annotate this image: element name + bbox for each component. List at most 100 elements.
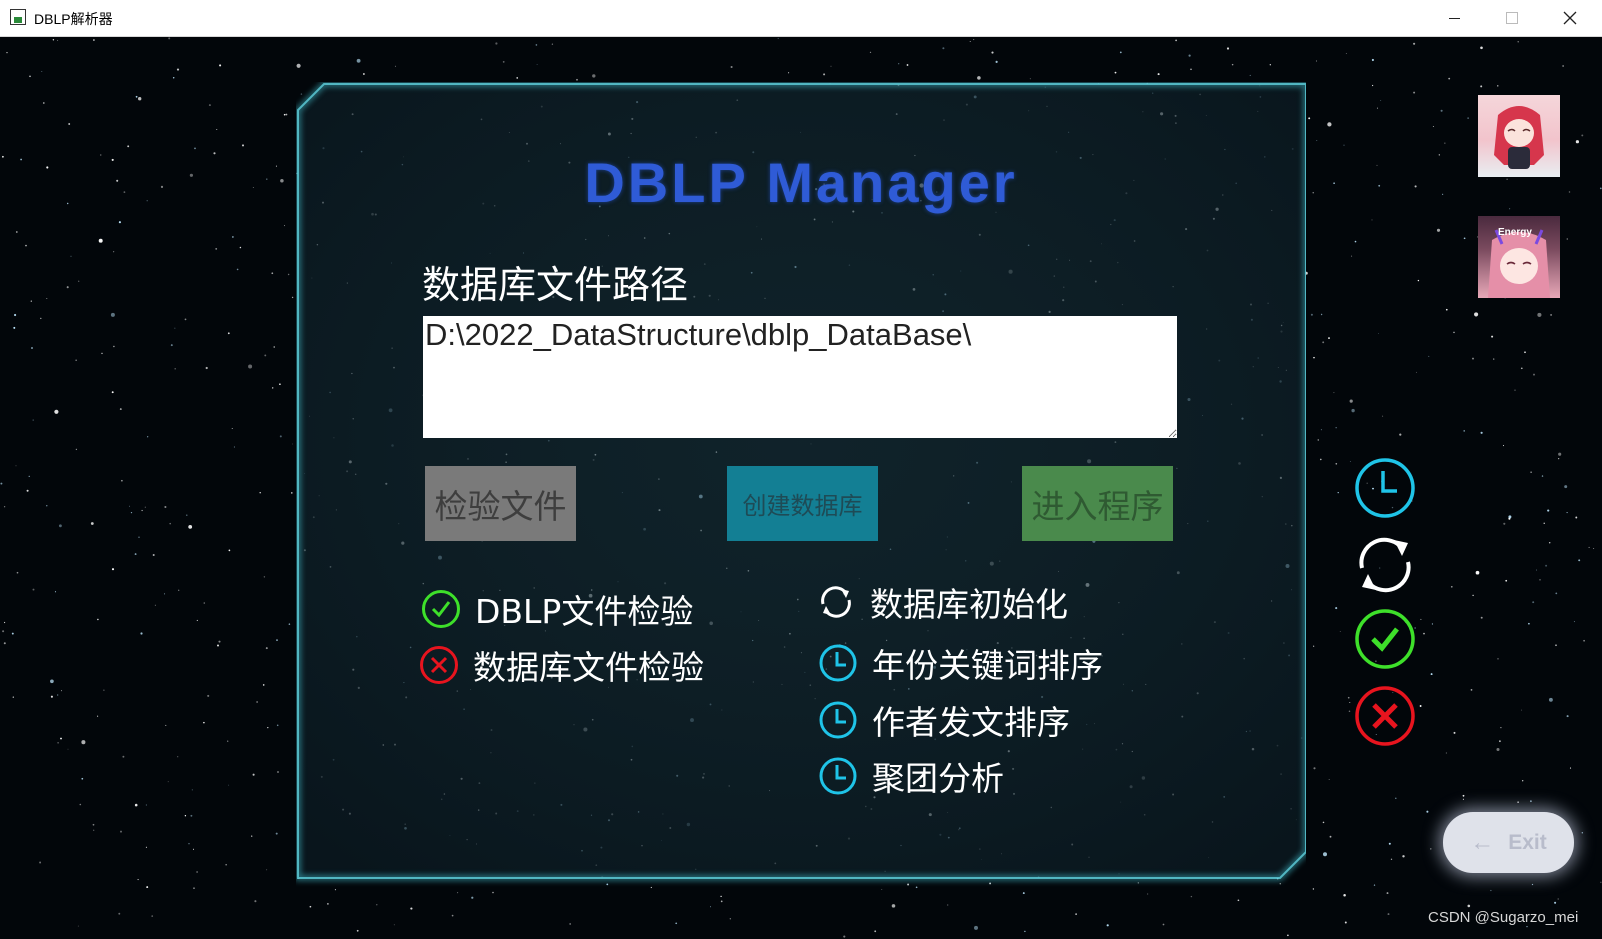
star <box>777 37 779 40</box>
star <box>236 268 239 271</box>
star <box>1349 461 1351 462</box>
star <box>356 58 361 63</box>
star <box>843 935 846 938</box>
star <box>11 632 14 635</box>
star <box>264 354 267 357</box>
star <box>576 78 578 81</box>
exit-button[interactable]: ← Exit <box>1443 812 1574 873</box>
star <box>394 65 397 67</box>
clock-icon <box>819 757 857 795</box>
status-label: 年份关键词排序 <box>872 646 1103 685</box>
star <box>168 37 171 40</box>
star <box>147 436 149 438</box>
close-button[interactable] <box>1541 0 1599 36</box>
star <box>3 506 6 508</box>
star <box>113 251 115 253</box>
star <box>25 244 27 247</box>
star <box>1328 337 1330 340</box>
star <box>1329 835 1332 838</box>
star <box>1106 924 1109 927</box>
star <box>1548 542 1551 544</box>
star <box>40 317 42 320</box>
star <box>170 344 173 347</box>
star <box>1343 893 1346 897</box>
star <box>675 922 678 925</box>
star <box>227 740 229 742</box>
star <box>219 64 222 67</box>
star <box>1499 740 1501 743</box>
star <box>1444 142 1446 144</box>
star <box>898 63 900 65</box>
star <box>111 568 115 571</box>
star <box>1029 78 1031 80</box>
star <box>1493 358 1495 360</box>
star <box>272 387 274 389</box>
star <box>129 505 130 507</box>
enter-program-button[interactable]: 进入程序 <box>1022 466 1173 541</box>
star <box>81 777 84 780</box>
star <box>376 904 378 906</box>
star <box>1319 458 1322 461</box>
star <box>1581 832 1583 834</box>
star <box>891 904 896 908</box>
refresh-icon <box>1359 537 1411 593</box>
star <box>227 332 230 335</box>
star <box>4 621 6 624</box>
star <box>1308 117 1311 120</box>
star <box>1470 689 1473 691</box>
status-dblp-file-check: DBLP文件检验 <box>421 585 693 633</box>
star <box>1419 705 1422 707</box>
star <box>942 47 945 50</box>
star <box>145 804 148 806</box>
star <box>1588 546 1590 548</box>
star <box>215 247 218 250</box>
star <box>830 65 832 67</box>
status-database-file-check: 数据库文件检验 <box>419 641 704 689</box>
star <box>174 327 176 329</box>
star <box>54 591 57 593</box>
star <box>30 300 32 302</box>
star <box>1428 355 1430 357</box>
minimize-button[interactable] <box>1425 0 1483 36</box>
star <box>231 428 233 430</box>
star <box>1497 658 1499 660</box>
star <box>1491 335 1494 338</box>
star <box>41 71 43 72</box>
title-bar: DBLP解析器 <box>0 0 1602 37</box>
star <box>141 509 143 512</box>
star <box>127 145 130 148</box>
star <box>118 912 121 915</box>
star <box>279 383 281 386</box>
star <box>225 864 227 866</box>
star <box>145 846 147 848</box>
star <box>1548 697 1553 702</box>
star <box>218 640 221 643</box>
star <box>216 129 218 130</box>
star <box>50 695 53 698</box>
star <box>266 869 268 871</box>
star <box>121 479 123 482</box>
star <box>208 104 211 107</box>
star <box>146 886 149 889</box>
star <box>1520 367 1523 370</box>
maximize-button[interactable] <box>1483 0 1541 36</box>
star <box>991 51 994 54</box>
star <box>203 721 205 724</box>
star <box>1432 125 1434 128</box>
check-file-button[interactable]: 检验文件 <box>425 466 576 541</box>
create-database-button[interactable]: 创建数据库 <box>727 466 878 541</box>
star <box>68 123 71 125</box>
star <box>1593 548 1595 549</box>
star <box>57 742 59 744</box>
star <box>1402 855 1405 858</box>
star <box>2 630 5 633</box>
star <box>98 238 103 243</box>
star <box>1564 485 1568 489</box>
star <box>144 506 146 508</box>
star <box>1533 373 1535 376</box>
star <box>1445 752 1447 754</box>
database-path-input[interactable] <box>423 316 1177 438</box>
star <box>1343 144 1345 146</box>
star <box>3 642 6 645</box>
star <box>276 724 279 727</box>
